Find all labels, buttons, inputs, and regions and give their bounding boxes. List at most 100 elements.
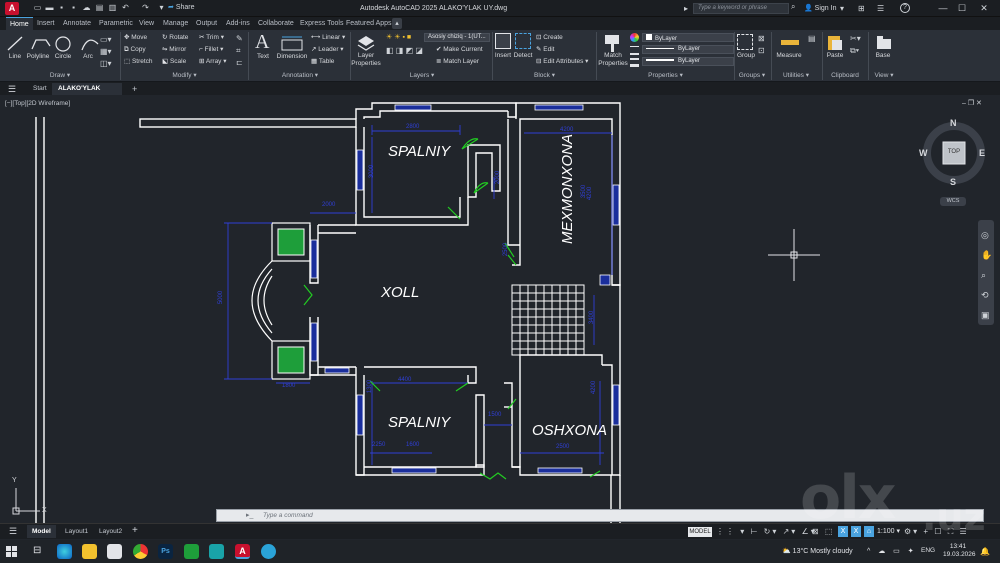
- line-button[interactable]: Line: [4, 53, 26, 61]
- boundary-icon[interactable]: ◫▾: [100, 58, 112, 69]
- menu-icon[interactable]: ☰: [8, 83, 16, 95]
- group-edit-icon[interactable]: ⊡: [758, 45, 765, 56]
- close-icon[interactable]: ✕: [976, 2, 992, 15]
- block-panel-title[interactable]: Block ▾: [493, 71, 596, 81]
- tab-manage[interactable]: Manage: [159, 17, 192, 30]
- tab-start[interactable]: Start: [27, 83, 53, 95]
- photoshop-icon[interactable]: Ps: [158, 544, 173, 559]
- polyline-button[interactable]: Polyline: [25, 53, 51, 61]
- viewcube-top-face[interactable]: TOP: [943, 149, 965, 156]
- new-file-icon[interactable]: ▭: [33, 3, 42, 13]
- search-icon[interactable]: ⌕: [791, 2, 795, 12]
- weather-widget[interactable]: ⛅ 13°C Mostly cloudy: [782, 546, 853, 557]
- measure-button[interactable]: Measure: [772, 52, 806, 60]
- maximize-icon[interactable]: ☐: [954, 2, 970, 15]
- match-properties-button[interactable]: Match Properties: [597, 52, 629, 68]
- lineweight-dropdown[interactable]: ByLayer: [642, 57, 734, 66]
- compass-west[interactable]: W: [919, 148, 928, 158]
- new-tab-button[interactable]: +: [126, 83, 143, 95]
- modify-panel-title[interactable]: Modify ▾: [122, 71, 247, 81]
- redo-icon[interactable]: ↷: [141, 3, 150, 13]
- detect-button[interactable]: Detect: [511, 52, 535, 60]
- annotation-panel-title[interactable]: Annotation ▾: [250, 71, 350, 81]
- ribbon-toggle-icon[interactable]: ▴: [392, 18, 402, 29]
- save-icon[interactable]: ▪: [57, 3, 66, 13]
- layer-state-icons[interactable]: ☀ ☀ ▪ ■: [386, 33, 411, 42]
- tab-express-tools[interactable]: Express Tools: [296, 17, 347, 30]
- hatch-icon[interactable]: ▦▾: [100, 46, 112, 57]
- chrome-icon[interactable]: [133, 544, 148, 559]
- copy-clip-icon[interactable]: ⧉▾: [850, 45, 859, 56]
- arc-button[interactable]: Arc: [78, 53, 98, 61]
- layer-dropdown[interactable]: Asosiy chiziq - 1(UT...: [424, 33, 490, 42]
- properties-panel-title[interactable]: Properties ▾: [597, 71, 734, 81]
- task-view-icon[interactable]: ⊟: [33, 544, 41, 558]
- utilities-panel-title[interactable]: Utilities ▾: [771, 71, 821, 81]
- open-file-icon[interactable]: ▬: [45, 3, 54, 13]
- make-current-button[interactable]: ✔ Make Current: [436, 45, 483, 55]
- groups-panel-title[interactable]: Groups ▾: [734, 71, 770, 81]
- leader-button[interactable]: ↗ Leader ▾: [311, 45, 344, 55]
- telegram-icon[interactable]: [261, 544, 276, 559]
- autocad-logo-icon[interactable]: A: [5, 2, 19, 15]
- edit-attributes-button[interactable]: ⊟ Edit Attributes ▾: [536, 57, 588, 67]
- base-button[interactable]: Base: [870, 52, 896, 60]
- minimize-icon[interactable]: —: [935, 2, 951, 15]
- help-icon[interactable]: ?: [900, 3, 910, 13]
- tab-output[interactable]: Output: [192, 17, 221, 30]
- tab-layout2[interactable]: Layout2: [94, 525, 127, 538]
- windows-start-icon[interactable]: [6, 546, 17, 557]
- language-indicator[interactable]: ENG: [921, 547, 935, 554]
- wcs-menu[interactable]: WCS: [940, 197, 966, 206]
- calculator-icon[interactable]: ▤: [808, 33, 816, 44]
- tab-layout1[interactable]: Layout1: [60, 525, 93, 538]
- linetype-dropdown[interactable]: ByLayer: [642, 45, 734, 54]
- notifications-icon[interactable]: 🔔: [980, 546, 990, 557]
- paste-button[interactable]: Paste: [822, 52, 848, 60]
- tab-add-ins[interactable]: Add-ins: [222, 17, 254, 30]
- view-panel-title[interactable]: View ▾: [866, 71, 902, 81]
- tab-insert[interactable]: Insert: [33, 17, 59, 30]
- fillet-button[interactable]: ⌐ Fillet ▾: [199, 45, 223, 55]
- steering-wheel-icon[interactable]: ◎: [981, 230, 989, 240]
- compass-south[interactable]: S: [950, 177, 956, 187]
- clipboard-panel-title[interactable]: Clipboard: [822, 71, 868, 81]
- tab-drawing[interactable]: ALAKO'YLAK UY*✕: [52, 83, 122, 104]
- tab-home[interactable]: Home: [6, 17, 33, 30]
- erase-icon[interactable]: ✎: [236, 33, 243, 44]
- dropdown-icon[interactable]: ▾: [840, 3, 844, 14]
- copy-button[interactable]: ⧉ Copy: [124, 45, 146, 55]
- mirror-button[interactable]: ⇋ Mirror: [162, 45, 186, 55]
- trim-button[interactable]: ✂ Trim ▾: [199, 33, 224, 43]
- phone-app-icon[interactable]: [184, 544, 199, 559]
- file-explorer-icon[interactable]: [82, 544, 97, 559]
- share-button[interactable]: ➦ Share: [168, 2, 195, 14]
- cart-icon[interactable]: ⊞: [858, 3, 865, 14]
- sign-in-button[interactable]: 👤 Sign In: [804, 3, 836, 14]
- user-list-icon[interactable]: ☰: [877, 3, 884, 14]
- tab-featured-apps[interactable]: Featured Apps: [342, 17, 396, 30]
- rectangle-icon[interactable]: ▭▾: [100, 34, 112, 45]
- scale-button[interactable]: ⬕ Scale: [162, 57, 186, 67]
- ungroup-icon[interactable]: ⊠: [758, 33, 765, 44]
- group-button[interactable]: Group: [734, 52, 758, 60]
- layout-menu-icon[interactable]: ☰: [9, 525, 17, 538]
- offset-icon[interactable]: ⊏: [236, 57, 243, 68]
- autocad-taskbar-icon[interactable]: A: [235, 544, 250, 559]
- app-icon[interactable]: [209, 544, 224, 559]
- compass-north[interactable]: N: [950, 118, 957, 128]
- clock[interactable]: 13:41 19.03.2026: [943, 543, 976, 559]
- explode-icon[interactable]: ⌗: [236, 45, 241, 56]
- move-button[interactable]: ✥ Move: [124, 33, 147, 43]
- customize-icon[interactable]: ▾: [157, 3, 166, 13]
- dimension-button[interactable]: Dimension: [274, 53, 310, 61]
- color-dropdown[interactable]: ByLayer: [642, 33, 734, 42]
- edge-icon[interactable]: [57, 544, 72, 559]
- tab-collaborate[interactable]: Collaborate: [254, 17, 298, 30]
- create-block-button[interactable]: ⊡ Create: [536, 33, 563, 43]
- compass-east[interactable]: E: [979, 148, 985, 158]
- tab-annotate[interactable]: Annotate: [59, 17, 95, 30]
- layer-tools-icons[interactable]: ◧ ◨ ◩ ◪: [386, 45, 423, 56]
- layers-panel-title[interactable]: Layers ▾: [352, 71, 492, 81]
- layer-properties-button[interactable]: Layer Properties: [350, 52, 382, 68]
